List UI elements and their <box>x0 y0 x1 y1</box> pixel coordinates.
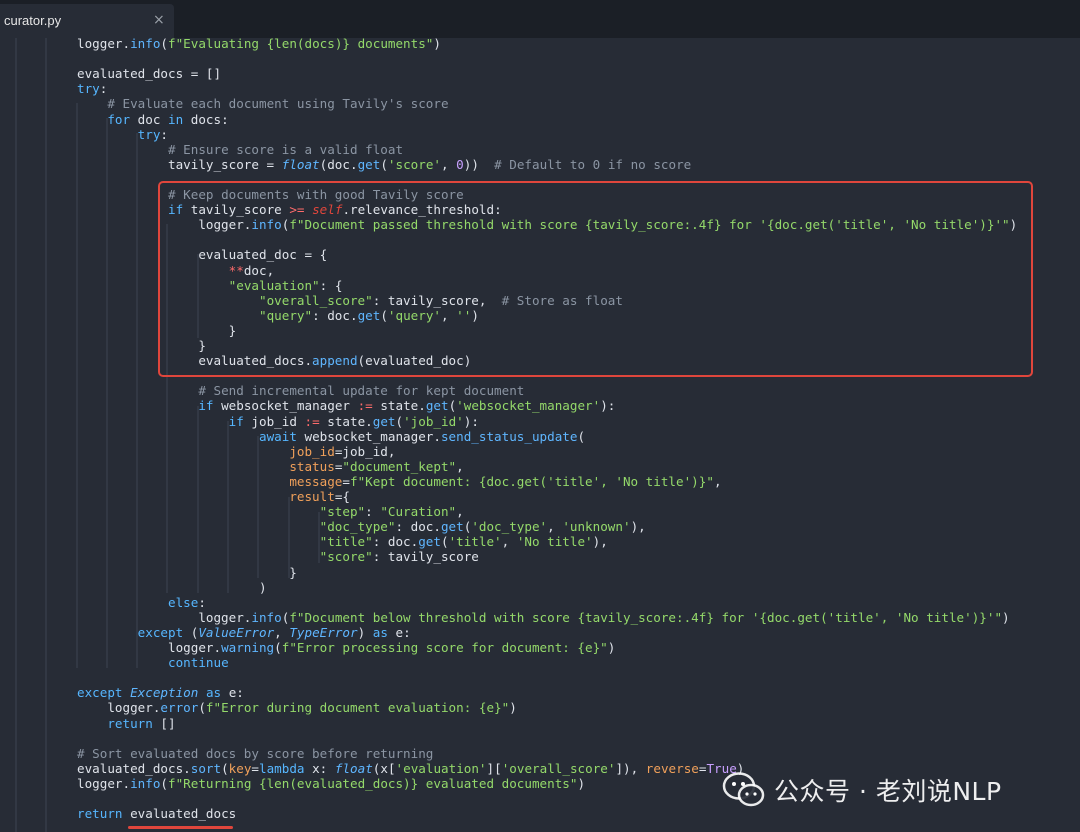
code-line: ) <box>77 579 267 595</box>
code-line: "title": doc.get('title', 'No title'), <box>319 534 608 550</box>
code-line: if job_id := state.get('job_id'): <box>228 413 479 429</box>
code-line: if websocket_manager := state.get('webso… <box>198 398 616 414</box>
code-line: # Send incremental update for kept docum… <box>198 383 525 399</box>
code-line: logger.info(f"Document below threshold w… <box>77 609 1010 625</box>
code-line: "score": tavily_score <box>319 549 479 565</box>
code-line: except Exception as e: <box>77 685 244 701</box>
code-line: } <box>77 564 297 580</box>
tab-bar: curator.py × <box>0 0 1080 38</box>
underline-annotation <box>128 826 233 829</box>
code-line: evaluated_docs.sort(key=lambda x: float(… <box>77 760 745 776</box>
close-icon[interactable]: × <box>153 12 165 28</box>
code-line: "step": "Curation", <box>319 504 464 520</box>
code-line: evaluated_docs = [] <box>77 66 222 82</box>
code-line: return [] <box>107 715 176 731</box>
code-line: logger.error(f"Error during document eva… <box>77 700 517 716</box>
code-line: logger.info(f"Evaluating {len(docs)} doc… <box>77 38 441 51</box>
code-editor[interactable]: logger.info(f"Evaluating {len(docs)} doc… <box>0 38 1080 832</box>
code-line: status="document_kept", <box>289 458 464 474</box>
code-line: job_id=job_id, <box>289 443 396 459</box>
code-line: logger.info(f"Returning {len(evaluated_d… <box>77 775 586 791</box>
file-tab-label: curator.py <box>4 13 62 28</box>
code-line: except (ValueError, TypeError) as e: <box>137 624 411 640</box>
code-line: # Evaluate each document using Tavily's … <box>107 96 449 112</box>
code-line: for doc in docs: <box>107 111 229 127</box>
file-tab[interactable]: curator.py × <box>0 4 174 38</box>
code-line: result={ <box>289 489 350 504</box>
code-line: else: <box>168 594 206 610</box>
highlight-annotation-box <box>158 181 1033 377</box>
wechat-icon <box>722 772 765 807</box>
code-line: logger.warning(f"Error processing score … <box>77 640 616 655</box>
code-line: "doc_type": doc.get('doc_type', 'unknown… <box>319 519 646 535</box>
watermark-text: 公众号 · 老刘说NLP <box>774 777 1002 806</box>
code-line: return evaluated_docs <box>77 806 237 822</box>
code-line: continue <box>168 655 229 671</box>
code-line: tavily_score = float(doc.get('score', 0)… <box>77 156 692 172</box>
code-line: # Sort evaluated docs by score before re… <box>77 745 434 761</box>
code-line: message=f"Kept document: {doc.get('title… <box>289 473 722 489</box>
code-line: try: <box>77 81 108 97</box>
code-line: # Ensure score is a valid float <box>168 141 404 157</box>
code-line: await websocket_manager.send_status_upda… <box>258 428 586 444</box>
code-line: try: <box>137 126 169 142</box>
